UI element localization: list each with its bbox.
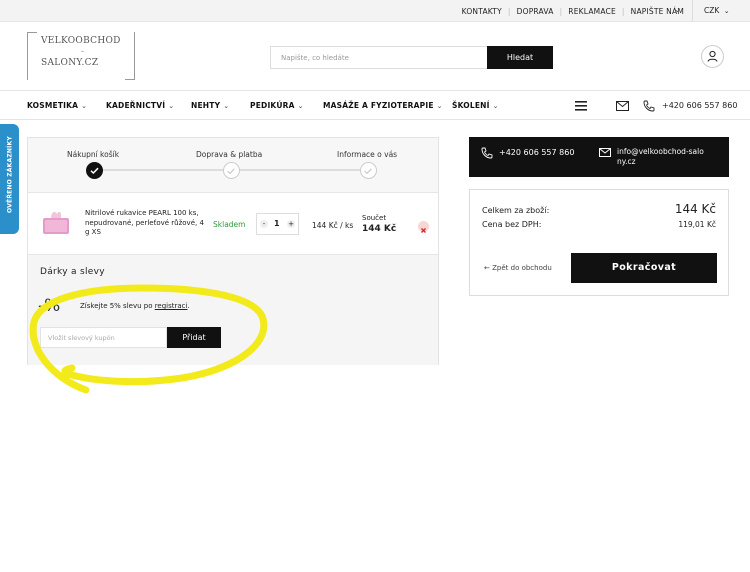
envelope-icon[interactable] — [616, 101, 629, 111]
step-info[interactable] — [360, 162, 377, 179]
logo-frame-top-left — [27, 32, 37, 80]
currency-select[interactable]: CZK ⌄ — [704, 6, 730, 15]
contact-phone[interactable]: +420 606 557 860 — [499, 148, 574, 157]
item-total: 144 Kč — [362, 224, 397, 234]
logo-line-2: - — [81, 47, 85, 57]
summary-total: 144 Kč — [674, 202, 716, 216]
divider — [692, 0, 693, 22]
step-label-shipping: Doprava & platba — [196, 150, 263, 159]
nav-item-kadernictvi[interactable]: KADEŘNICTVÍ ⌄ — [106, 101, 174, 110]
top-links: KONTAKTY | DOPRAVA | REKLAMACE | NAPIŠTE… — [456, 0, 690, 22]
main-navigation: KOSMETIKA ⌄ KADEŘNICTVÍ ⌄ NEHTY ⌄ PEDIKÚRA ⌄… — [0, 90, 750, 120]
step-label-cart: Nákupní košík — [67, 150, 120, 159]
summary-net-label: Cena bez DPH: — [482, 220, 542, 229]
nav-label: MASÁŽE A FYZIOTERAPIE — [323, 101, 434, 110]
nav-item-kosmetika[interactable]: KOSMETIKA ⌄ — [27, 101, 87, 110]
checkout-steps: Nákupní košík Doprava & platba Informace… — [28, 138, 438, 193]
nav-phone-number[interactable]: +420 606 557 860 — [662, 101, 737, 110]
order-summary: Celkem za zboží: 144 Kč Cena bez DPH: 11… — [469, 189, 729, 296]
availability-status: Skladem — [213, 220, 246, 229]
chevron-down-icon[interactable]: ⌄ — [674, 5, 681, 14]
contact-email[interactable]: info@velkoobchod-salony.cz — [617, 147, 707, 167]
envelope-icon — [599, 148, 611, 157]
summary-total-label: Celkem za zboží: — [482, 206, 550, 215]
chevron-down-icon: ⌄ — [297, 102, 304, 110]
logo-text: VELKOOBCHOD - SALONY.CZ — [41, 36, 133, 69]
logo-line-1: VELKOOBCHOD — [41, 36, 121, 46]
chevron-down-icon: ⌄ — [168, 102, 175, 110]
cart-panel: Nákupní košík Doprava & platba Informace… — [27, 137, 439, 365]
top-link-kontakty[interactable]: KONTAKTY — [456, 7, 508, 16]
currency-label: CZK — [704, 6, 720, 15]
nav-item-skoleni[interactable]: ŠKOLENÍ ⌄ — [452, 101, 499, 110]
promo-text-main: Získejte 5% slevu po — [80, 302, 155, 310]
coupon-input[interactable]: Vložit slevový kupón — [40, 327, 167, 348]
chevron-down-icon: ⌄ — [81, 102, 88, 110]
step-connector — [95, 169, 232, 171]
cart-item-row: Nitrilové rukavice PEARL 100 ks, nepudro… — [28, 193, 438, 255]
chevron-down-icon: ⌄ — [223, 102, 230, 110]
item-total-label: Součet — [362, 214, 387, 222]
back-to-shop-label: Zpět do obchodu — [492, 264, 552, 272]
continue-button[interactable]: Pokračovat — [571, 253, 717, 283]
nav-label: PEDIKÚRA — [250, 101, 295, 110]
logo[interactable]: VELKOOBCHOD - SALONY.CZ — [27, 32, 135, 80]
nav-item-pedikura[interactable]: PEDIKÚRA ⌄ — [250, 101, 304, 110]
product-image[interactable] — [41, 208, 73, 240]
verified-reviews-label: OVĚŘENO ZÁKAZNÍKY — [6, 136, 14, 213]
top-link-reklamace[interactable]: REKLAMACE — [562, 7, 622, 16]
increase-quantity-button[interactable]: + — [287, 220, 295, 228]
quantity-stepper[interactable]: - 1 + — [256, 213, 299, 235]
decrease-quantity-button[interactable]: - — [260, 220, 268, 228]
nav-item-nehty[interactable]: NEHTY ⌄ — [191, 101, 229, 110]
verified-reviews-tab[interactable]: OVĚŘENO ZÁKAZNÍKY — [0, 124, 19, 234]
product-name[interactable]: Nitrilové rukavice PEARL 100 ks, nepudro… — [85, 209, 208, 238]
step-shipping[interactable] — [223, 162, 240, 179]
nav-label: NEHTY — [191, 101, 221, 110]
chevron-down-icon: ⌄ — [723, 7, 730, 15]
top-link-doprava[interactable]: DOPRAVA — [511, 7, 560, 16]
logo-line-3: SALONY.CZ — [41, 58, 99, 68]
promo-text: Získejte 5% slevu po registraci. — [80, 302, 190, 310]
step-connector — [232, 169, 368, 171]
phone-icon — [481, 147, 493, 159]
top-utility-bar: KONTAKTY | DOPRAVA | REKLAMACE | NAPIŠTE… — [0, 0, 750, 22]
percent-icon: -% — [38, 296, 61, 316]
nav-label: ŠKOLENÍ — [452, 101, 490, 110]
remove-item-button[interactable] — [418, 221, 429, 233]
gifts-and-discounts: Dárky a slevy -% Získejte 5% slevu po re… — [28, 255, 438, 365]
unit-price: 144 Kč / ks — [312, 221, 354, 230]
menu-icon[interactable] — [575, 101, 587, 111]
promo-text-end: . — [187, 302, 190, 310]
close-icon — [421, 228, 426, 233]
nav-item-masaze[interactable]: MASÁŽE A FYZIOTERAPIE ⌄ — [323, 101, 443, 110]
search-button[interactable]: Hledat — [487, 46, 553, 69]
add-coupon-button[interactable]: Přidat — [167, 327, 221, 348]
check-icon — [227, 168, 235, 175]
registration-link[interactable]: registraci — [155, 302, 188, 310]
arrow-left-icon: ← — [484, 264, 490, 272]
chevron-down-icon: ⌄ — [436, 102, 443, 110]
chevron-down-icon: ⌄ — [492, 102, 499, 110]
gifts-title: Dárky a slevy — [40, 267, 105, 277]
user-icon — [707, 50, 718, 62]
nav-label: KADEŘNICTVÍ — [106, 101, 166, 110]
quantity-value[interactable]: 1 — [274, 219, 280, 228]
back-to-shop-link[interactable]: ← Zpět do obchodu — [484, 264, 552, 272]
step-cart-active[interactable] — [86, 162, 103, 179]
check-icon — [90, 167, 99, 175]
user-account-button[interactable] — [701, 45, 724, 68]
step-label-info: Informace o vás — [337, 150, 398, 159]
summary-net: 119,01 Kč — [678, 220, 716, 229]
phone-icon — [643, 100, 655, 112]
search-input[interactable]: Napište, co hledáte — [270, 46, 487, 69]
check-icon — [364, 168, 372, 175]
contact-box: +420 606 557 860 info@velkoobchod-salony… — [469, 137, 729, 177]
nav-label: KOSMETIKA — [27, 101, 79, 110]
